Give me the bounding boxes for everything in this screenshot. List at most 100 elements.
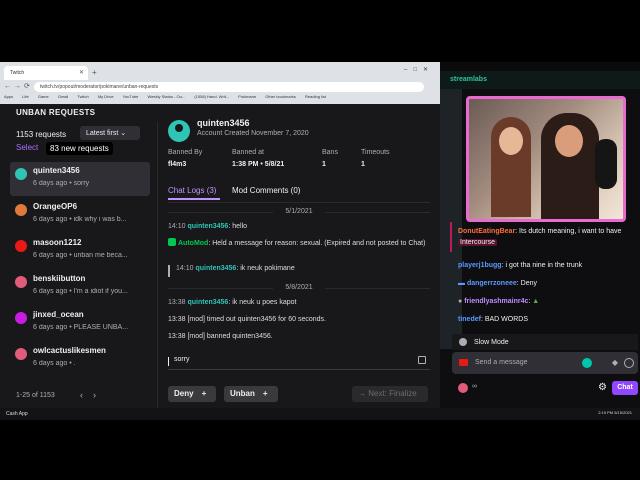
item-summary: 6 days ago • sorry (33, 180, 90, 187)
window-controls[interactable]: –□✕ (404, 66, 434, 73)
banned-by-label: Banned By (168, 149, 203, 156)
chat-button[interactable]: Chat (612, 381, 638, 395)
slow-mode-label: Slow Mode (474, 339, 509, 346)
bookmark[interactable]: Life (22, 94, 28, 99)
avatar (15, 276, 27, 288)
bookmark[interactable]: (1558) Hand. Writ... (194, 94, 229, 99)
unban-requests-panel: UNBAN REQUESTS 1153 requests Latest firs… (0, 104, 440, 408)
automod-line: AutoMod: Held a message for reason: sexu… (168, 238, 430, 249)
chat-user[interactable]: tinedef (458, 316, 481, 323)
pagination-arrows-icon[interactable]: ‹› (80, 390, 106, 400)
bookmark[interactable]: Twitch (77, 94, 88, 99)
mod-log-line: 13:38 [mod] timed out quinten3456 for 60… (168, 316, 326, 323)
bookmark[interactable]: My Drive (98, 94, 114, 99)
automod-user: AutoMod (178, 240, 209, 247)
comment-input[interactable]: sorry (168, 356, 430, 370)
bans-value: 1 (322, 161, 326, 168)
sort-label: Latest first (86, 130, 119, 137)
item-username: jinxed_ocean (33, 310, 84, 319)
select-link[interactable]: Select (16, 143, 38, 152)
chat-user[interactable]: friendlyashmainr4c (464, 298, 528, 305)
chat-highlight: Intercourse (458, 239, 498, 246)
list-item[interactable]: benskiibutton 6 days ago • I'm a idiot i… (10, 270, 150, 304)
next-label: Next: Finalize (368, 389, 417, 398)
new-tab-icon[interactable]: + (92, 68, 97, 77)
bookmark[interactable]: YouTube (123, 94, 139, 99)
comment-input-value: sorry (174, 356, 190, 363)
bookmark[interactable]: Reading list (305, 94, 326, 99)
chat-user[interactable]: DonutEatingBear (458, 228, 515, 235)
chat-log-line: 14:10 quinten3456: hello (168, 222, 430, 232)
bookmark[interactable]: Gmail (58, 94, 68, 99)
bits-icon[interactable]: ◆ (612, 358, 618, 367)
streamlabs-header: streamlabs (440, 71, 640, 89)
deny-button[interactable]: Deny + (168, 386, 216, 402)
bans-label: Bans (322, 149, 338, 156)
chat-input[interactable]: Send a message ◆ (452, 352, 638, 374)
log-text: : ik neuk u poes kapot (228, 299, 297, 306)
mod-log-line: 13:38 [mod] banned quinten3456. (168, 333, 273, 340)
stream-view: streamlabs DonutEatingBear: Its dutch me… (440, 62, 640, 420)
tab-mod-comments[interactable]: Mod Comments (0) (232, 186, 300, 195)
bookmark[interactable]: Pokimane (238, 94, 256, 99)
timeouts-label: Timeouts (361, 149, 390, 156)
browser-tab[interactable]: Twitch ✕ (4, 66, 88, 80)
streamlabs-brand: streamlabs (450, 76, 487, 83)
request-list: 1153 requests Latest first ⌄ Select 83 n… (0, 122, 158, 408)
streamer-figure (541, 113, 599, 219)
channel-points[interactable]: ∞ (472, 383, 477, 390)
chat-user[interactable]: playerj1bugg (458, 262, 502, 269)
slow-mode-banner: Slow Mode (452, 334, 638, 350)
list-item[interactable]: OrangeOP6 6 days ago • idk why i was b..… (10, 198, 150, 232)
sort-dropdown[interactable]: Latest first ⌄ (80, 126, 140, 140)
account-created: Account Created November 7, 2020 (197, 130, 309, 137)
log-user: quinten3456 (187, 299, 229, 306)
chat-message: playerj1bugg: i got tha nine in the trun… (458, 260, 638, 271)
shield-icon (168, 238, 176, 246)
request-detail: quinten3456 Account Created November 7, … (158, 104, 440, 408)
chat-message: ● friendlyashmainr4c: ▲ (458, 296, 638, 307)
unban-button[interactable]: Unban + (224, 386, 278, 402)
chat-user[interactable]: dangerrzoneee (467, 280, 517, 287)
streamer-figure (491, 117, 531, 217)
taskbar-app[interactable]: Cash App (6, 411, 28, 417)
bookmark[interactable]: Weekly Status - Ou... (148, 94, 186, 99)
info-icon (459, 338, 467, 346)
unban-label: Unban (230, 389, 255, 398)
item-summary: 6 days ago • idk why i was b... (33, 216, 127, 223)
tab-chat-logs[interactable]: Chat Logs (3) (168, 186, 221, 200)
bookmarks-bar: Apps Life Game Gmail Twitch My Drive You… (4, 94, 436, 102)
list-item[interactable]: owlcactuslikesmen 6 days ago • . (10, 342, 150, 376)
camera-icon (459, 359, 468, 366)
new-requests-tooltip[interactable]: 83 new requests (46, 142, 113, 155)
automod-text: : Held a message for reason: sexual. (Ex… (208, 240, 426, 247)
item-username: masoon1212 (33, 238, 82, 247)
close-icon[interactable]: ✕ (79, 69, 84, 76)
emote-icon: ▲ (532, 298, 540, 305)
bookmark[interactable]: Apps (4, 94, 13, 99)
panel-title: UNBAN REQUESTS (16, 108, 96, 117)
avatar[interactable] (458, 383, 468, 393)
emoji-icon[interactable] (624, 358, 634, 368)
item-username: benskiibutton (33, 274, 86, 283)
banned-at-value: 1:38 PM • 5/8/21 (232, 161, 285, 168)
chat-text: : i got tha nine in the trunk (501, 262, 583, 269)
chat-text: : Deny (516, 280, 537, 287)
bookmark[interactable]: Game (38, 94, 49, 99)
chat-message: tinedef: BAD WORDS (458, 314, 638, 325)
status-dot-icon (582, 358, 592, 368)
gear-icon[interactable]: ⚙ (598, 382, 607, 393)
bookmark[interactable]: Other bookmarks (265, 94, 296, 99)
held-message-quote: 14:10 quinten3456: ik neuk pokimane (168, 265, 430, 277)
list-item[interactable]: quinten3456 6 days ago • sorry (10, 162, 150, 196)
item-summary: 6 days ago • unban me beca... (33, 252, 128, 259)
nav-arrows-icon[interactable]: ←→⟳ (4, 82, 33, 90)
list-item[interactable]: masoon1212 6 days ago • unban me beca... (10, 234, 150, 268)
list-item[interactable]: jinxed_ocean 6 days ago • PLEASE UNBA... (10, 306, 150, 340)
next-finalize-button[interactable]: → Next: Finalize (352, 386, 428, 402)
chevron-down-icon: ⌄ (120, 130, 127, 137)
note-icon[interactable] (418, 356, 426, 364)
browser-chrome: Twitch ✕ + –□✕ ←→⟳ twitch.tv/popout/mode… (0, 62, 440, 104)
address-bar[interactable]: twitch.tv/popout/moderator/pokimane/unba… (34, 82, 424, 92)
avatar (15, 240, 27, 252)
